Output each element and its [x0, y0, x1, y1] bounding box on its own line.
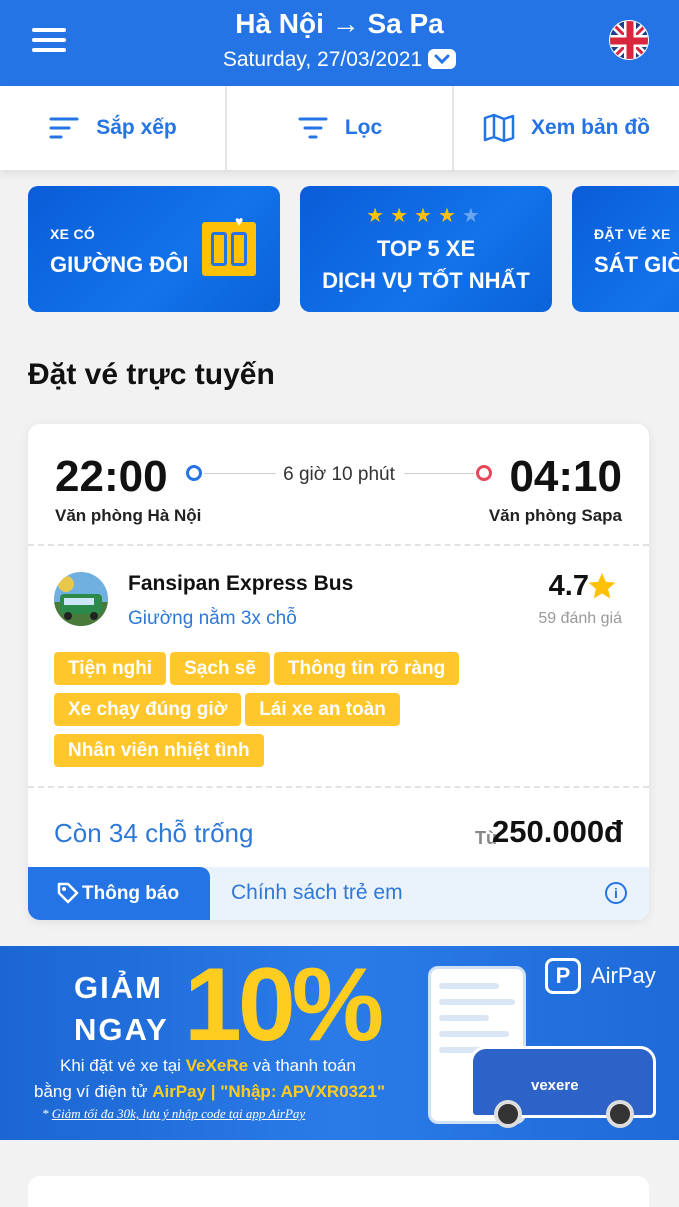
trip-card[interactable]: 22:00 04:10 6 giờ 10 phút Văn phòng Hà N… [28, 424, 649, 920]
map-icon [483, 113, 515, 143]
promo-carousel[interactable]: XE CÓ GIƯỜNG ĐÔI ♥ ★★★★★ TOP 5 XE DỊCH V… [0, 186, 679, 312]
airpay-logo: P AirPay [545, 958, 656, 994]
banner-ngay: NGAY [74, 1012, 169, 1047]
filter-button[interactable]: Lọc [227, 86, 454, 170]
app-header: Hà Nội → Sa Pa Saturday, 27/03/2021 [0, 0, 679, 86]
promo-small-text: ĐẶT VÉ XE [594, 226, 671, 242]
promo-double-bed[interactable]: XE CÓ GIƯỜNG ĐÔI ♥ [28, 186, 280, 312]
promo-last-minute[interactable]: ĐẶT VÉ XE SÁT GIỜ [572, 186, 679, 312]
banner-desc-line1: Khi đặt vé xe tại VeXeRe và thanh toán [60, 1056, 356, 1075]
promo-big-text: SÁT GIỜ [594, 252, 679, 277]
banner-giam: GIẢM [74, 970, 163, 1005]
van-label: vexere [531, 1077, 579, 1094]
banner-desc-line2: bằng ví điện tử AirPay | "Nhập: APVXR032… [34, 1082, 386, 1101]
banner-footnote: * Giảm tối đa 30k, lưu ý nhập code tại a… [42, 1106, 306, 1121]
section-title: Đặt vé trực tuyến [28, 358, 275, 391]
heart-icon: ♥ [235, 213, 244, 229]
promo-big-text: GIƯỜNG ĐÔI [50, 252, 189, 277]
departure-place: Văn phòng Hà Nội [55, 506, 202, 525]
review-count[interactable]: 59 đánh giá [538, 610, 622, 628]
divider [28, 786, 649, 788]
seat-type: Giường nằm 3x chỗ [128, 608, 297, 629]
tag: Nhân viên nhiệt tình [54, 734, 264, 767]
notice-bar: Thông báo Chính sách trẻ em i [28, 867, 649, 920]
tag: Thông tin rõ ràng [273, 652, 460, 685]
tag: Tiện nghi [54, 652, 167, 685]
map-button[interactable]: Xem bản đồ [454, 86, 679, 170]
arrival-dot-icon [476, 465, 492, 481]
tag: Sạch sẽ [170, 652, 270, 685]
operator-avatar[interactable] [54, 572, 108, 626]
info-icon[interactable]: i [605, 882, 627, 904]
child-policy-link[interactable]: Chính sách trẻ em [231, 881, 403, 905]
notice-tab[interactable]: Thông báo [28, 867, 210, 920]
sort-button[interactable]: Sắp xếp [0, 86, 227, 170]
ticket-price: 250.000đ [492, 814, 623, 849]
filter-icon [298, 117, 328, 139]
operator-name[interactable]: Fansipan Express Bus [128, 572, 353, 596]
departure-time: 22:00 [55, 452, 168, 501]
tag: Xe chạy đúng giờ [54, 693, 242, 726]
tag-icon [57, 882, 79, 904]
filter-label: Lọc [344, 116, 383, 139]
sort-label: Sắp xếp [96, 116, 177, 139]
departure-dot-icon [186, 465, 202, 481]
rating-value: 4.7 [548, 570, 589, 602]
stars-rating-icon: ★★★★★ [366, 205, 486, 227]
divider [28, 544, 649, 546]
arrival-place: Văn phòng Sapa [488, 506, 622, 525]
sort-icon [49, 117, 79, 139]
promo-top5[interactable]: ★★★★★ TOP 5 XE DỊCH VỤ TỐT NHẤT [300, 186, 552, 312]
amenity-tags: Tiện nghi Sạch sẽ Thông tin rõ ràng Xe chạ… [54, 652, 504, 775]
next-card [28, 1176, 649, 1207]
wheel-icon [494, 1100, 522, 1128]
star-icon [588, 572, 616, 599]
promo-top5-line1: TOP 5 XE [376, 236, 476, 261]
uk-flag-icon[interactable] [609, 20, 649, 60]
airpay-promo-banner[interactable]: GIẢM NGAY 10% Khi đặt vé xe tại VeXeRe v… [0, 946, 679, 1140]
route-date[interactable]: Saturday, 27/03/2021 [0, 48, 679, 72]
toolbar: Sắp xếp Lọc Xem bản đồ [0, 86, 679, 170]
promo-small-text: XE CÓ [50, 226, 96, 242]
promo-top5-line2: DỊCH VỤ TỐT NHẤT [322, 268, 530, 293]
double-bed-icon [202, 222, 256, 276]
airpay-logo-icon: P [545, 958, 581, 994]
banner-percent: 10% [184, 947, 384, 1063]
trip-duration: 6 giờ 10 phút [283, 464, 395, 485]
map-label: Xem bản đồ [530, 116, 651, 139]
wheel-icon [606, 1100, 634, 1128]
seats-left: Còn 34 chỗ trống [54, 818, 254, 848]
notice-label: Thông báo [82, 882, 180, 904]
route-line [404, 473, 474, 474]
tag: Lái xe an toàn [245, 693, 400, 726]
date-text[interactable]: Saturday, 27/03/2021 [223, 48, 422, 71]
chevron-down-icon[interactable] [428, 49, 457, 69]
arrival-time: 04:10 [509, 452, 622, 501]
route-title: Hà Nội → Sa Pa [235, 8, 444, 39]
